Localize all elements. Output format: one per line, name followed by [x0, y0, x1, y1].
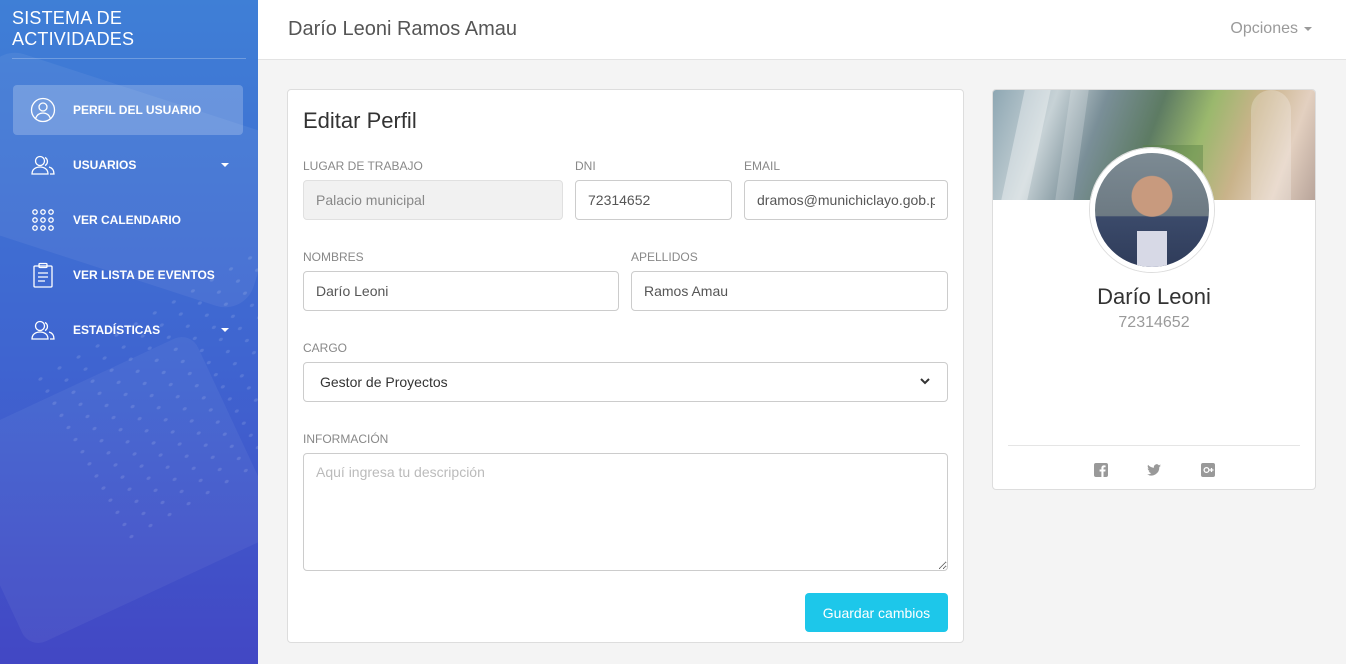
- user-circle-icon: [29, 96, 57, 124]
- chevron-down-icon: [221, 163, 229, 167]
- surnames-field[interactable]: [631, 271, 948, 311]
- app-brand[interactable]: SISTEMA DE ACTIVIDADES: [12, 0, 246, 59]
- sidebar-item-label: VER LISTA DE EVENTOS: [73, 268, 215, 282]
- sidebar: SISTEMA DE ACTIVIDADES PERFIL DEL USUARI…: [0, 0, 258, 664]
- sidebar-item-usuarios[interactable]: USUARIOS: [13, 140, 243, 190]
- sidebar-item-label: VER CALENDARIO: [73, 213, 182, 227]
- google-plus-icon[interactable]: [1200, 462, 1216, 478]
- profile-dni: 72314652: [1118, 314, 1190, 331]
- role-selected-value: Gestor de Proyectos: [320, 374, 448, 390]
- email-label: EMAIL: [744, 159, 781, 173]
- users-icon: [29, 316, 57, 344]
- twitter-icon[interactable]: [1146, 462, 1162, 478]
- sidebar-item-label: ESTADÍSTICAS: [73, 323, 161, 337]
- page-title: Darío Leoni Ramos Amau: [288, 18, 518, 40]
- sidebar-nav: PERFIL DEL USUARIO USUARIOS VER CALENDAR…: [0, 85, 258, 355]
- dni-label: DNI: [575, 159, 596, 173]
- sidebar-item-eventos[interactable]: VER LISTA DE EVENTOS: [13, 250, 243, 300]
- chevron-down-icon: [1304, 27, 1312, 31]
- info-textarea[interactable]: [303, 453, 948, 571]
- options-label: Opciones: [1230, 20, 1298, 37]
- role-select[interactable]: Gestor de Proyectos: [303, 362, 948, 402]
- profile-name: Darío Leoni: [1097, 284, 1211, 309]
- facebook-icon[interactable]: [1093, 462, 1109, 478]
- clipboard-icon: [29, 261, 57, 289]
- chevron-down-icon: [221, 328, 229, 332]
- avatar-shirt: [1137, 231, 1167, 267]
- sidebar-item-estadisticas[interactable]: ESTADÍSTICAS: [13, 305, 243, 355]
- names-label: NOMBRES: [303, 250, 364, 264]
- profile-card: Darío Leoni 72314652: [992, 89, 1316, 490]
- grid-dots-icon: [29, 206, 57, 234]
- options-dropdown[interactable]: Opciones: [1230, 20, 1312, 38]
- chevron-down-icon: [919, 374, 931, 390]
- sidebar-item-perfil[interactable]: PERFIL DEL USUARIO: [13, 85, 243, 135]
- names-field[interactable]: [303, 271, 619, 311]
- email-field[interactable]: [744, 180, 948, 220]
- edit-profile-card: Editar Perfil LUGAR DE TRABAJO DNI EMAIL…: [287, 89, 964, 643]
- dni-field[interactable]: [575, 180, 732, 220]
- role-label: CARGO: [303, 341, 348, 355]
- save-button[interactable]: Guardar cambios: [805, 593, 948, 632]
- sidebar-item-label: USUARIOS: [73, 158, 137, 172]
- users-icon: [29, 151, 57, 179]
- workplace-label: LUGAR DE TRABAJO: [303, 159, 423, 173]
- card-title: Editar Perfil: [303, 108, 417, 133]
- avatar: [1090, 148, 1214, 272]
- info-label: INFORMACIÓN: [303, 432, 389, 446]
- surnames-label: APELLIDOS: [631, 250, 698, 264]
- workplace-field[interactable]: [303, 180, 563, 220]
- sidebar-item-label: PERFIL DEL USUARIO: [73, 103, 202, 117]
- sidebar-item-calendario[interactable]: VER CALENDARIO: [13, 195, 243, 245]
- top-navbar: Darío Leoni Ramos Amau Opciones: [258, 0, 1346, 60]
- divider: [1008, 445, 1300, 446]
